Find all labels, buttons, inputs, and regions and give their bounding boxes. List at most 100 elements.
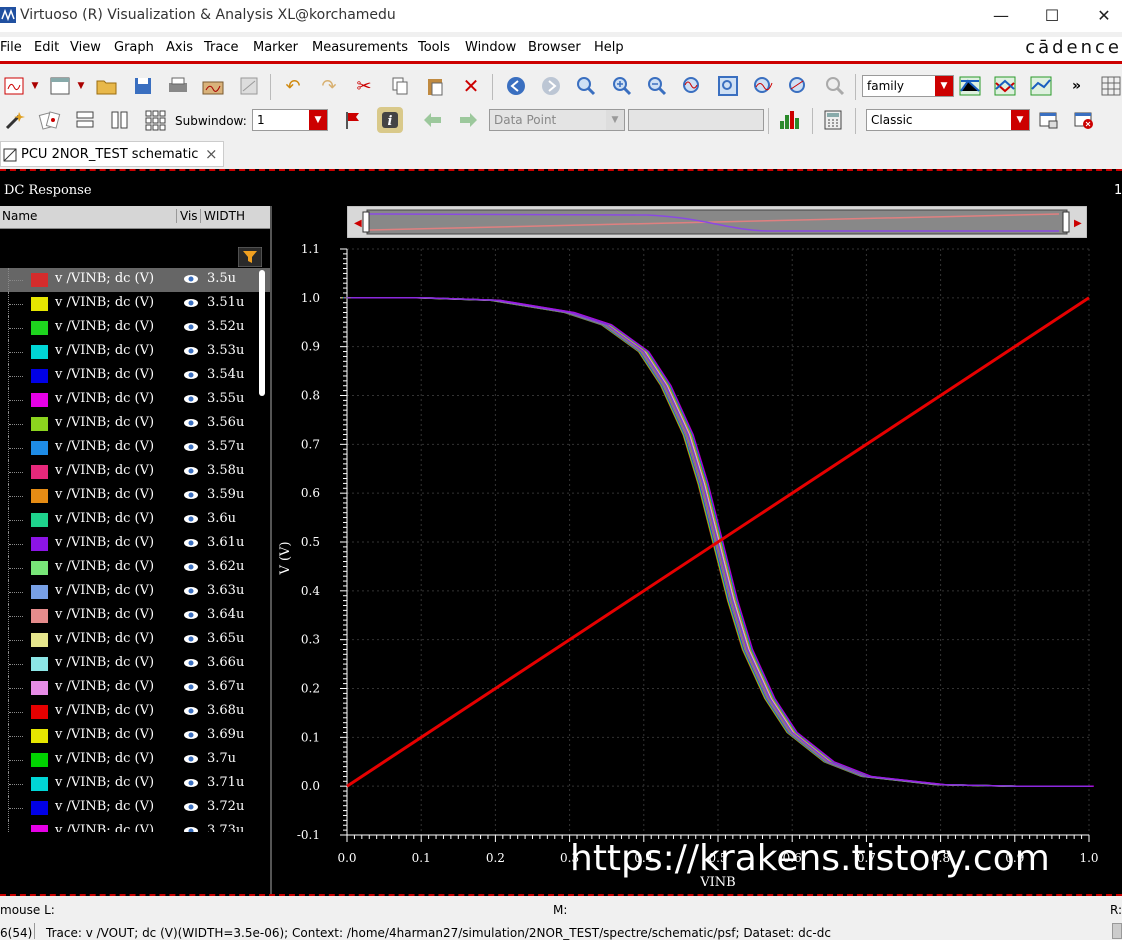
zoom-out-icon[interactable] — [644, 73, 670, 99]
overview-slider[interactable]: ◀ ▶ — [347, 206, 1087, 238]
visibility-eye-icon[interactable] — [183, 537, 199, 553]
trace-row[interactable]: v /VINB; dc (V) 3.5u — [0, 268, 270, 292]
stack-chart-icon[interactable] — [992, 73, 1018, 99]
visibility-eye-icon[interactable] — [183, 273, 199, 289]
trace-color-swatch[interactable] — [31, 513, 48, 527]
subwindow-dropdown-icon[interactable]: ▼ — [74, 73, 88, 99]
window-settings-icon[interactable] — [1035, 107, 1061, 133]
tab-close-icon[interactable]: × — [205, 145, 218, 163]
trace-color-swatch[interactable] — [31, 489, 48, 503]
calculator-icon[interactable] — [820, 107, 846, 133]
visibility-eye-icon[interactable] — [183, 609, 199, 625]
zoom-y-icon[interactable] — [751, 73, 777, 99]
trace-color-swatch[interactable] — [31, 705, 48, 719]
forward-icon[interactable] — [538, 73, 564, 99]
menu-measurements[interactable]: Measurements — [312, 40, 408, 55]
menu-browser[interactable]: Browser — [528, 40, 581, 55]
trace-row[interactable]: v /VINB; dc (V) 3.51u — [0, 292, 270, 316]
trace-color-swatch[interactable] — [31, 297, 48, 311]
visibility-eye-icon[interactable] — [183, 825, 199, 832]
back-icon[interactable] — [503, 73, 529, 99]
status-scroll-handle[interactable] — [1112, 923, 1122, 939]
zoom-disabled-icon[interactable] — [822, 73, 848, 99]
trace-row[interactable]: v /VINB; dc (V) 3.56u — [0, 412, 270, 436]
trace-color-swatch[interactable] — [31, 345, 48, 359]
left-arrow-icon[interactable] — [420, 107, 446, 133]
zoom-x-icon[interactable] — [680, 73, 706, 99]
new-subwindow-icon[interactable] — [48, 73, 74, 99]
plot-properties-icon[interactable] — [236, 73, 262, 99]
trace-color-swatch[interactable] — [31, 585, 48, 599]
trace-color-swatch[interactable] — [31, 753, 48, 767]
visibility-eye-icon[interactable] — [183, 369, 199, 385]
right-arrow-icon[interactable] — [455, 107, 481, 133]
visibility-eye-icon[interactable] — [183, 753, 199, 769]
trace-row[interactable]: v /VINB; dc (V) 3.67u — [0, 676, 270, 700]
trace-color-swatch[interactable] — [31, 801, 48, 815]
datapoint-value-field[interactable] — [628, 109, 764, 131]
menu-axis[interactable]: Axis — [166, 40, 193, 55]
visibility-eye-icon[interactable] — [183, 657, 199, 673]
toolbar-overflow-icon[interactable]: » — [1072, 78, 1081, 94]
visibility-eye-icon[interactable] — [183, 489, 199, 505]
menu-trace[interactable]: Trace — [204, 40, 239, 55]
trace-list-scrollbar[interactable] — [259, 270, 265, 396]
trace-row[interactable]: v /VINB; dc (V) 3.62u — [0, 556, 270, 580]
trace-color-swatch[interactable] — [31, 537, 48, 551]
strip-chart-icon[interactable] — [957, 73, 983, 99]
trace-color-swatch[interactable] — [31, 417, 48, 431]
overview-left-arrow[interactable]: ◀ — [354, 218, 362, 229]
menu-edit[interactable]: Edit — [34, 40, 59, 55]
menu-tools[interactable]: Tools — [418, 40, 450, 55]
magic-wand-icon[interactable] — [2, 107, 28, 133]
trace-color-swatch[interactable] — [31, 393, 48, 407]
copy-icon[interactable] — [387, 73, 413, 99]
trace-row[interactable]: v /VINB; dc (V) 3.52u — [0, 316, 270, 340]
visibility-eye-icon[interactable] — [183, 393, 199, 409]
trace-row[interactable]: v /VINB; dc (V) 3.7u — [0, 748, 270, 772]
trace-row[interactable]: v /VINB; dc (V) 3.73u — [0, 820, 270, 832]
menu-marker[interactable]: Marker — [253, 40, 298, 55]
trace-color-swatch[interactable] — [31, 465, 48, 479]
visibility-eye-icon[interactable] — [183, 705, 199, 721]
horizontal-split-icon[interactable] — [72, 107, 98, 133]
visibility-eye-icon[interactable] — [183, 681, 199, 697]
overlay-chart-icon[interactable] — [1028, 73, 1054, 99]
trace-color-swatch[interactable] — [31, 321, 48, 335]
trace-row[interactable]: v /VINB; dc (V) 3.64u — [0, 604, 270, 628]
vertical-split-icon[interactable] — [107, 107, 133, 133]
trace-color-swatch[interactable] — [31, 825, 48, 832]
visibility-eye-icon[interactable] — [183, 345, 199, 361]
visibility-eye-icon[interactable] — [183, 633, 199, 649]
trace-color-swatch[interactable] — [31, 681, 48, 695]
trace-row[interactable]: v /VINB; dc (V) 3.69u — [0, 724, 270, 748]
zoom-in-icon[interactable] — [609, 73, 635, 99]
menu-window[interactable]: Window — [465, 40, 516, 55]
visibility-eye-icon[interactable] — [183, 321, 199, 337]
column-header-width[interactable]: WIDTH — [200, 209, 245, 223]
undo-icon[interactable]: ↶ — [280, 73, 306, 99]
histogram-icon[interactable] — [776, 107, 802, 133]
trace-row[interactable]: v /VINB; dc (V) 3.58u — [0, 460, 270, 484]
menu-file[interactable]: File — [0, 40, 22, 55]
trace-color-swatch[interactable] — [31, 657, 48, 671]
window-close-icon[interactable] — [1070, 107, 1096, 133]
menu-view[interactable]: View — [70, 40, 101, 55]
trace-color-swatch[interactable] — [31, 369, 48, 383]
trace-row[interactable]: v /VINB; dc (V) 3.57u — [0, 436, 270, 460]
subwindow-combo[interactable]: 1 ▼ — [252, 109, 328, 131]
print-icon[interactable] — [165, 73, 191, 99]
flag-icon[interactable] — [340, 107, 366, 133]
trace-color-swatch[interactable] — [31, 729, 48, 743]
info-icon[interactable]: i — [377, 107, 403, 133]
style-combo[interactable]: Classic ▼ — [866, 109, 1030, 131]
visibility-eye-icon[interactable] — [183, 441, 199, 457]
trace-color-swatch[interactable] — [31, 561, 48, 575]
fit-icon[interactable] — [715, 73, 741, 99]
visibility-eye-icon[interactable] — [183, 777, 199, 793]
grid-view-icon[interactable] — [1098, 73, 1122, 99]
cut-icon[interactable]: ✂ — [351, 73, 377, 99]
trace-color-swatch[interactable] — [31, 777, 48, 791]
zoom-xy-icon[interactable] — [786, 73, 812, 99]
filter-icon[interactable] — [237, 246, 263, 268]
